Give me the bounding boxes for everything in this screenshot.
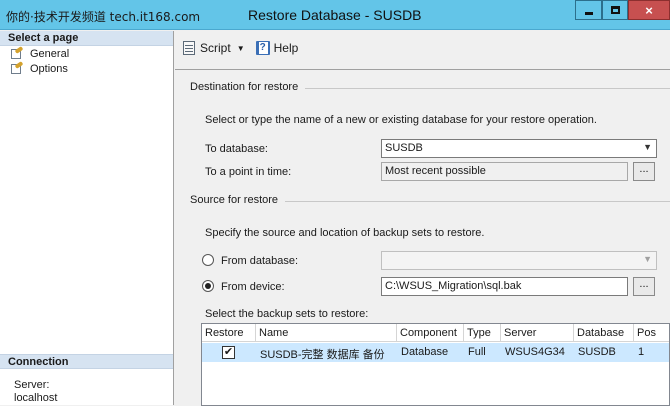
column-header[interactable]: Component (397, 324, 464, 342)
position-cell: 1 (638, 346, 645, 358)
section-divider (285, 201, 670, 202)
dropdown-arrow-icon[interactable]: ▼ (237, 44, 245, 53)
page-item-general[interactable]: General (0, 45, 173, 61)
backup-sets-label: Select the backup sets to restore: (205, 308, 369, 320)
backup-sets-grid[interactable]: Restore Name Component Type Server Datab… (201, 323, 670, 406)
point-in-time-value: Most recent possible (385, 165, 486, 177)
database-cell: SUSDB (578, 346, 616, 358)
help-book-icon: ? (255, 40, 271, 56)
column-header[interactable]: Restore (202, 324, 256, 342)
close-button[interactable]: × (628, 0, 670, 20)
page-selector-panel: Select a page General Options Connection… (0, 31, 174, 405)
script-label: Script (200, 41, 231, 55)
script-button[interactable]: Script ▼ (181, 40, 245, 56)
chevron-down-icon[interactable]: ▼ (643, 254, 652, 264)
minimize-button[interactable] (575, 0, 602, 20)
column-header[interactable]: Database (574, 324, 634, 342)
restore-checkbox[interactable]: ✔ (222, 346, 235, 359)
point-in-time-label: To a point in time: (205, 166, 292, 178)
select-page-header: Select a page (0, 31, 173, 46)
chevron-down-icon[interactable]: ▼ (643, 142, 652, 152)
from-database-label[interactable]: From database: (221, 255, 298, 267)
column-header[interactable]: Pos (634, 324, 670, 342)
point-in-time-field: Most recent possible (381, 162, 628, 181)
to-database-value: SUSDB (385, 142, 423, 154)
source-section-title: Source for restore (190, 194, 279, 206)
page-item-options[interactable]: Options (0, 60, 173, 76)
column-header[interactable]: Name (256, 324, 397, 342)
page-item-label: General (30, 47, 70, 60)
from-device-radio[interactable] (202, 280, 214, 292)
from-device-value: C:\WSUS_Migration\sql.bak (385, 280, 522, 292)
page-settings-icon (10, 60, 24, 75)
script-icon (181, 40, 197, 56)
window-title: Restore Database - SUSDB (248, 7, 422, 23)
grid-header: Restore Name Component Type Server Datab… (202, 324, 669, 342)
server-cell: WSUS4G34 (505, 346, 565, 358)
restore-general-page: Destination for restore Select or type t… (175, 69, 670, 406)
watermark: 你的·技术开发频道 tech.it168.com (6, 10, 201, 24)
section-divider (305, 88, 670, 89)
minimize-icon (584, 11, 593, 15)
name-cell: SUSDB-完整 数据库 备份 (260, 349, 385, 361)
to-database-label: To database: (205, 143, 268, 155)
from-device-browse-button[interactable]: ... (633, 277, 655, 296)
restore-cell: ✔ (202, 343, 256, 362)
column-header[interactable]: Type (464, 324, 501, 342)
destination-description: Select or type the name of a new or exis… (205, 114, 597, 126)
from-device-label[interactable]: From device: (221, 281, 285, 293)
component-cell: Database (401, 346, 449, 358)
table-row[interactable]: ✔ SUSDB-完整 数据库 备份 Database Full WSUS4G34… (202, 343, 669, 362)
connection-header: Connection (0, 354, 173, 369)
point-in-time-browse-button[interactable]: ... (633, 162, 655, 181)
source-description: Specify the source and location of backu… (205, 227, 485, 239)
page-item-label: Options (30, 62, 68, 75)
page-settings-icon (10, 45, 24, 60)
close-icon: × (645, 2, 653, 18)
maximize-button[interactable] (602, 0, 628, 20)
to-database-combobox[interactable]: SUSDB ▼ (381, 139, 657, 158)
from-database-radio[interactable] (202, 254, 214, 266)
server-value: localhost (14, 392, 58, 404)
toolbar: Script ▼ ? Help (175, 31, 670, 65)
help-label: Help (273, 41, 299, 55)
from-device-field[interactable]: C:\WSUS_Migration\sql.bak (381, 277, 628, 296)
column-header[interactable]: Server (501, 324, 574, 342)
server-label: Server: (14, 379, 50, 391)
destination-section-title: Destination for restore (190, 81, 299, 93)
title-bar: 你的·技术开发频道 tech.it168.com Restore Databas… (0, 0, 670, 30)
type-cell: Full (468, 346, 486, 358)
help-button[interactable]: ? Help (255, 40, 299, 56)
from-database-combobox[interactable]: ▼ (381, 251, 657, 270)
maximize-icon (610, 6, 620, 14)
